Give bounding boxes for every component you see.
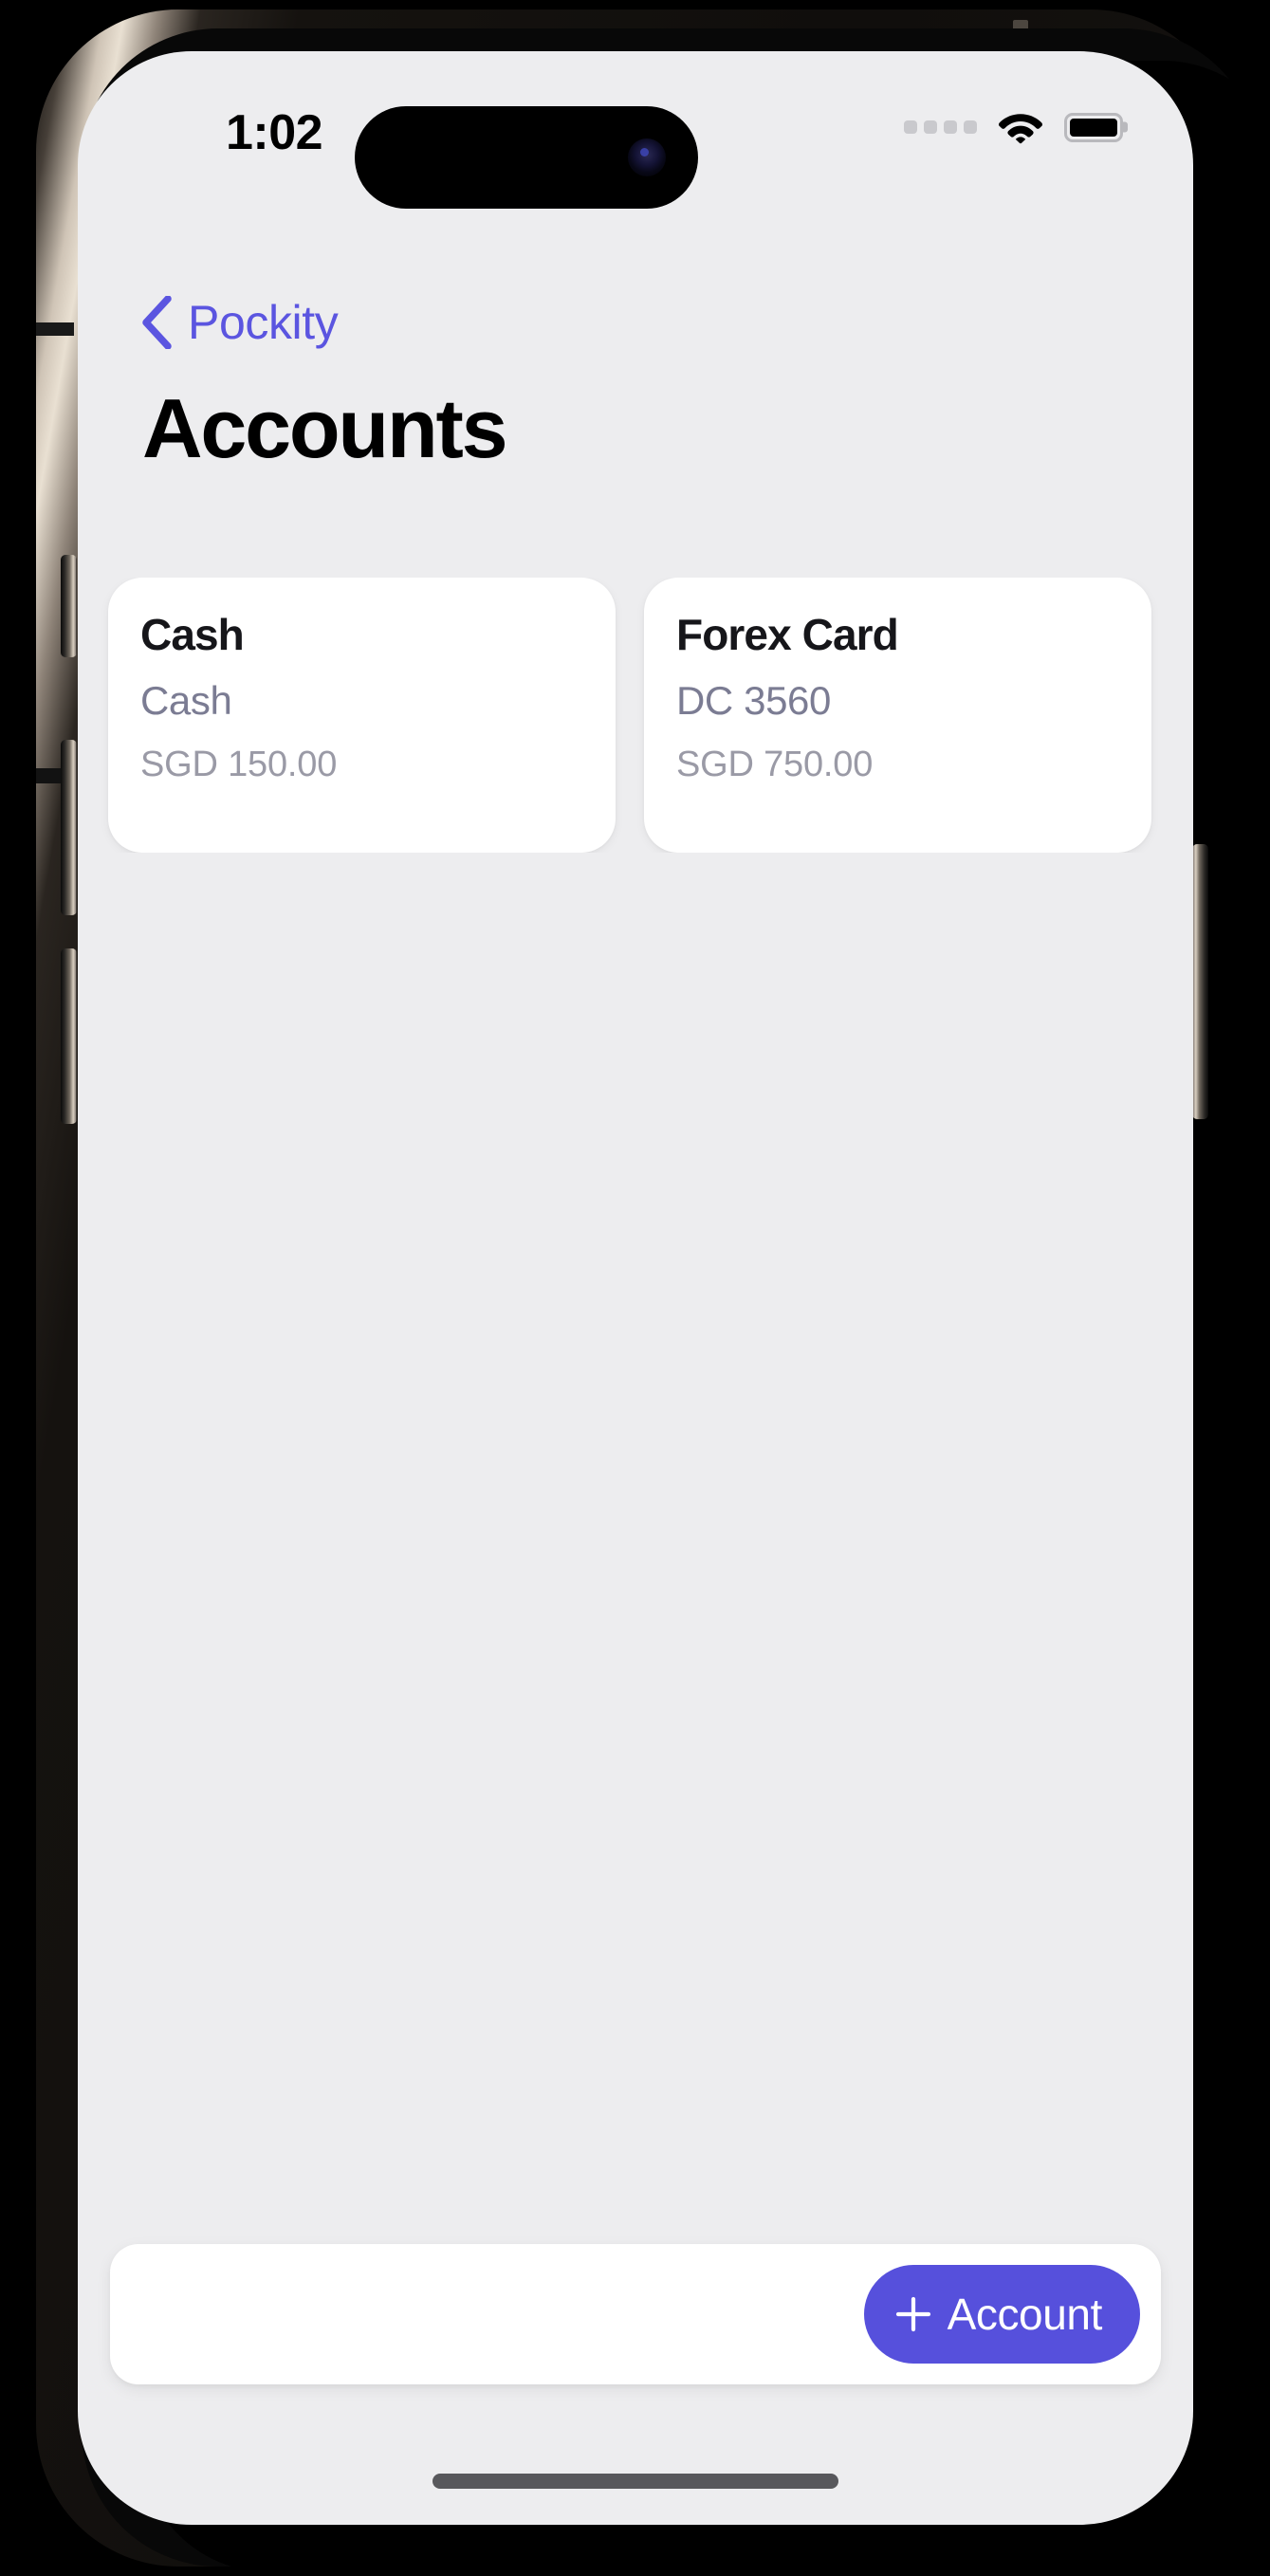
bottom-toolbar: Account [110,2244,1161,2384]
account-balance: SGD 750.00 [676,745,874,785]
battery-icon [1064,112,1123,142]
status-time: 1:02 [225,105,323,160]
volume-up-button[interactable] [61,740,77,915]
cellular-signal-icon [904,120,977,134]
status-indicators [904,110,1123,144]
page-title: Accounts [142,381,508,475]
chevron-left-icon [142,296,172,349]
plus-icon [895,2296,930,2332]
account-balance: SGD 150.00 [140,745,338,785]
screenshot-root: 1:02 Pockity Accounts Cash Cash SGD 150.… [0,0,1270,2576]
back-button[interactable]: Pockity [140,296,339,349]
front-camera-icon [628,138,666,176]
account-subtitle: Cash [140,678,232,724]
antenna-band-left-lower [36,322,74,336]
wifi-icon [998,114,1043,144]
account-subtitle: DC 3560 [676,678,831,724]
account-card[interactable]: Forex Card DC 3560 SGD 750.00 [644,578,1151,853]
add-account-button[interactable]: Account [863,2265,1140,2364]
action-button[interactable] [61,555,77,657]
power-button[interactable] [1192,844,1208,1119]
back-button-label: Pockity [188,296,339,349]
dynamic-island[interactable] [355,106,698,209]
accounts-list[interactable]: Cash Cash SGD 150.00 Forex Card DC 3560 … [78,578,1193,853]
home-indicator[interactable] [433,2474,838,2489]
add-account-label: Account [947,2290,1103,2339]
account-card[interactable]: Cash Cash SGD 150.00 [108,578,616,853]
phone-screen: 1:02 Pockity Accounts Cash Cash SGD 150.… [78,51,1193,2525]
volume-down-button[interactable] [61,948,77,1124]
account-name: Forex Card [676,610,899,659]
account-name: Cash [140,610,245,659]
